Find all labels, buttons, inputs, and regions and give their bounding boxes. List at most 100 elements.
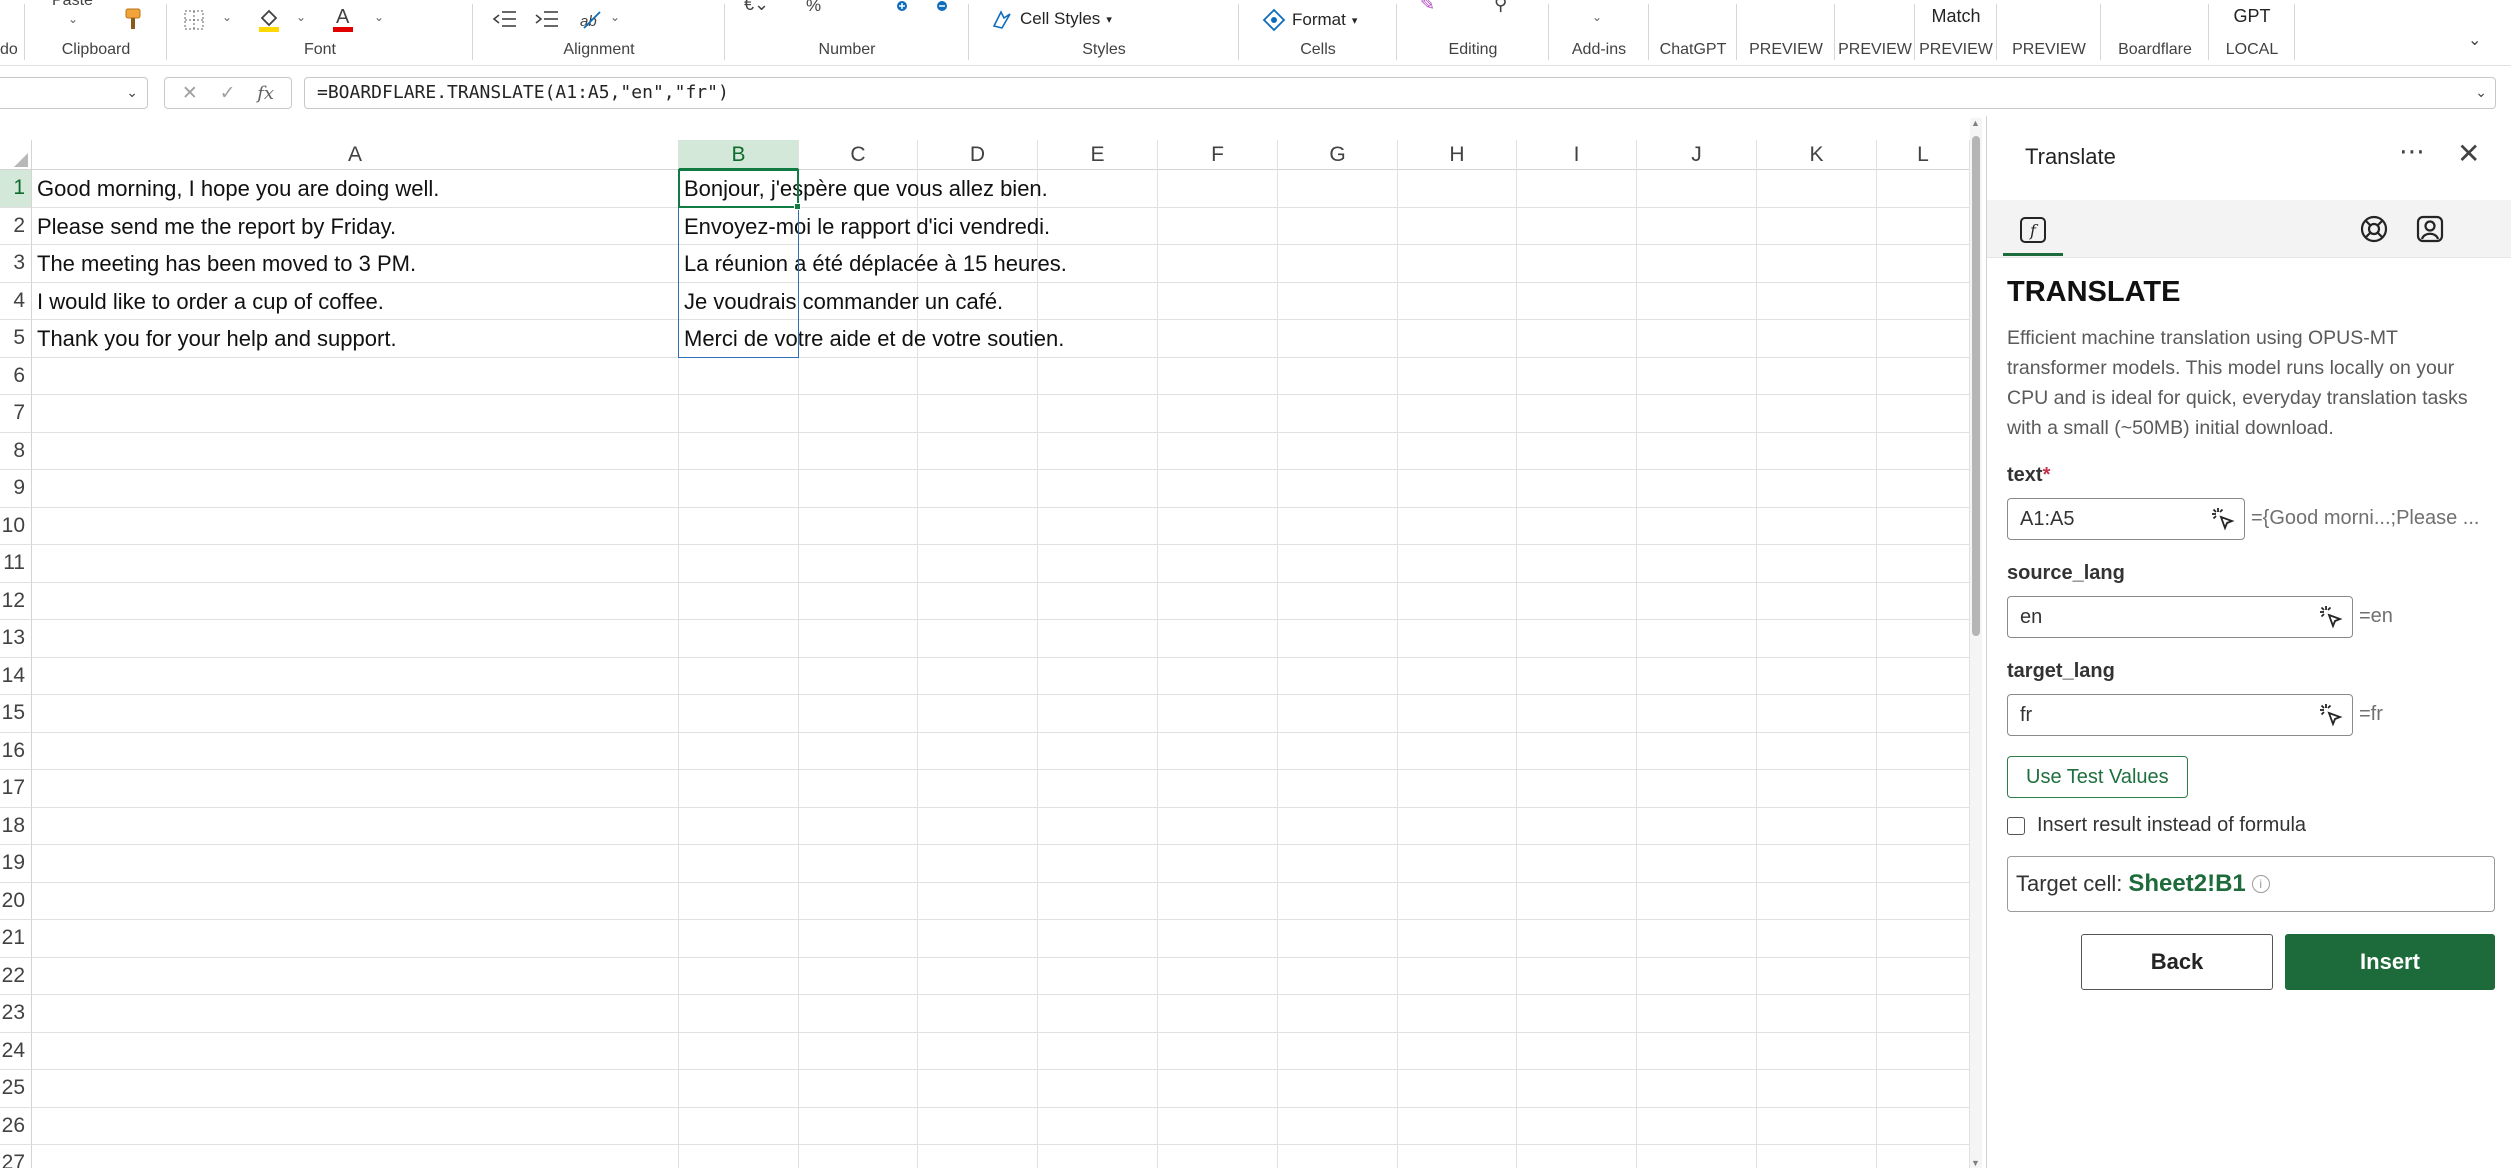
format-button[interactable]: Format ▾ — [1262, 8, 1357, 32]
local-label[interactable]: LOCAL — [2210, 41, 2294, 59]
row-header-23[interactable]: 23 — [0, 995, 32, 1033]
row-header-11[interactable]: 11 — [0, 545, 32, 583]
cell-b3[interactable]: La réunion a été déplacée à 15 heures. — [679, 245, 1067, 282]
percent-icon[interactable]: % — [806, 0, 821, 16]
borders-icon[interactable] — [182, 8, 206, 37]
param-target-lang-input[interactable]: fr — [2007, 694, 2353, 736]
row-header-18[interactable]: 18 — [0, 807, 32, 845]
scroll-thumb[interactable] — [1972, 136, 1980, 636]
font-color-chevron-icon[interactable]: ⌄ — [374, 10, 384, 24]
orientation-icon[interactable]: ab — [578, 8, 604, 37]
fill-color-chevron-icon[interactable]: ⌄ — [296, 10, 306, 24]
formula-input[interactable]: =BOARDFLARE.TRANSLATE(A1:A5,"en","fr") ⌄ — [304, 77, 2496, 109]
row-header-8[interactable]: 8 — [0, 432, 32, 470]
insert-result-option[interactable]: Insert result instead of formula — [2007, 814, 2306, 837]
column-header-d[interactable]: D — [918, 140, 1038, 170]
column-header-h[interactable]: H — [1398, 140, 1517, 170]
row-header-14[interactable]: 14 — [0, 657, 32, 695]
row-header-1[interactable]: 1 — [0, 170, 32, 208]
preview-label-4[interactable]: PREVIEW — [1998, 41, 2100, 59]
insert-function-icon[interactable]: fx — [257, 83, 274, 104]
param-source-lang-input[interactable]: en — [2007, 596, 2353, 638]
row-header-4[interactable]: 4 — [0, 282, 32, 320]
cell-b2[interactable]: Envoyez-moi le rapport d'ici vendredi. — [679, 208, 1050, 245]
tab-help[interactable] — [2359, 214, 2389, 249]
column-header-k[interactable]: K — [1757, 140, 1877, 170]
row-header-24[interactable]: 24 — [0, 1032, 32, 1070]
column-header-e[interactable]: E — [1038, 140, 1158, 170]
gpt-label[interactable]: GPT — [2210, 6, 2294, 27]
row-header-25[interactable]: 25 — [0, 1070, 32, 1108]
fill-color-icon[interactable] — [256, 6, 282, 39]
row-header-7[interactable]: 7 — [0, 395, 32, 433]
tab-account[interactable] — [2415, 214, 2445, 249]
column-header-l[interactable]: L — [1877, 140, 1970, 170]
name-box-chevron-icon[interactable]: ⌄ — [126, 84, 138, 101]
row-header-3[interactable]: 3 — [0, 245, 32, 283]
column-header-a[interactable]: A — [32, 140, 679, 170]
preview-label-3[interactable]: PREVIEW — [1916, 41, 1996, 59]
fill-handle[interactable] — [794, 202, 801, 210]
orientation-chevron-icon[interactable]: ⌄ — [610, 10, 620, 24]
tab-function[interactable]: f — [1999, 204, 2067, 256]
row-header-27[interactable]: 27 — [0, 1145, 32, 1168]
info-icon[interactable]: i — [2251, 875, 2270, 893]
vertical-scrollbar[interactable]: ▲ ▼ — [1970, 118, 1982, 1168]
row-header-15[interactable]: 15 — [0, 695, 32, 733]
ribbon-collapse-chevron-icon[interactable]: ⌄ — [2468, 30, 2481, 50]
cell-a4[interactable]: I would like to order a cup of coffee. — [32, 283, 384, 320]
cell-a5[interactable]: Thank you for your help and support. — [32, 320, 397, 357]
cell-b4[interactable]: Je voudrais commander un café. — [679, 283, 1003, 320]
select-all-corner[interactable] — [0, 140, 32, 170]
decrease-indent-icon[interactable] — [492, 8, 518, 35]
row-header-5[interactable]: 5 — [0, 320, 32, 358]
row-header-20[interactable]: 20 — [0, 882, 32, 920]
use-test-values-button[interactable]: Use Test Values — [2007, 756, 2188, 798]
boardflare-label[interactable]: Boardflare — [2102, 41, 2208, 59]
find-icon[interactable]: ⚲ — [1494, 0, 1507, 15]
worksheet-grid[interactable]: ABCDEFGHIJKL 1 2 3 4 5 6 7 8 9 10 11 12 13 14 15 16 17 18… — [0, 140, 1982, 1168]
preview-label-1[interactable]: PREVIEW — [1738, 41, 1834, 59]
cancel-icon[interactable]: ✕ — [182, 82, 198, 105]
column-header-f[interactable]: F — [1158, 140, 1278, 170]
row-header-13[interactable]: 13 — [0, 620, 32, 658]
column-header-j[interactable]: J — [1637, 140, 1757, 170]
row-header-12[interactable]: 12 — [0, 582, 32, 620]
cell-picker-icon[interactable] — [2210, 506, 2236, 546]
cell-picker-icon[interactable] — [2318, 604, 2344, 644]
row-header-16[interactable]: 16 — [0, 732, 32, 770]
scroll-up-arrow-icon[interactable]: ▲ — [1971, 118, 1980, 128]
borders-chevron-icon[interactable]: ⌄ — [222, 10, 232, 24]
formula-expand-chevron-icon[interactable]: ⌄ — [2475, 78, 2487, 108]
row-header-22[interactable]: 22 — [0, 957, 32, 995]
row-header-10[interactable]: 10 — [0, 507, 32, 545]
column-header-i[interactable]: I — [1517, 140, 1637, 170]
cell-a1[interactable]: Good morning, I hope you are doing well. — [32, 170, 439, 207]
row-header-6[interactable]: 6 — [0, 357, 32, 395]
cell-b5[interactable]: Merci de votre aide et de votre soutien. — [679, 320, 1064, 357]
font-color-icon[interactable]: A — [330, 4, 356, 39]
currency-icon[interactable]: €⌄ — [744, 0, 769, 15]
row-header-17[interactable]: 17 — [0, 770, 32, 808]
paste-label[interactable]: Paste — [52, 0, 93, 10]
confirm-icon[interactable]: ✓ — [220, 82, 236, 105]
match-label[interactable]: Match — [1916, 6, 1996, 27]
close-icon[interactable]: ✕ — [2457, 137, 2480, 170]
addins-chevron-icon[interactable]: ⌄ — [1592, 10, 1602, 24]
preview-label-2[interactable]: PREVIEW — [1836, 41, 1914, 59]
column-header-g[interactable]: G — [1278, 140, 1398, 170]
back-button[interactable]: Back — [2081, 934, 2273, 990]
param-text-input[interactable]: A1:A5 — [2007, 498, 2245, 540]
row-header-26[interactable]: 26 — [0, 1107, 32, 1145]
increase-decimal-icon[interactable] — [886, 0, 910, 19]
cell-styles-button[interactable]: Cell Styles ▾ — [990, 8, 1112, 30]
more-options-icon[interactable]: ⋯ — [2399, 136, 2426, 167]
name-box[interactable]: ⌄ — [0, 77, 148, 109]
column-header-c[interactable]: C — [799, 140, 918, 170]
insert-button[interactable]: Insert — [2285, 934, 2495, 990]
row-header-19[interactable]: 19 — [0, 845, 32, 883]
clear-icon[interactable]: ✎ — [1420, 0, 1435, 15]
row-header-9[interactable]: 9 — [0, 470, 32, 508]
increase-indent-icon[interactable] — [534, 8, 560, 35]
cell-a2[interactable]: Please send me the report by Friday. — [32, 208, 396, 245]
